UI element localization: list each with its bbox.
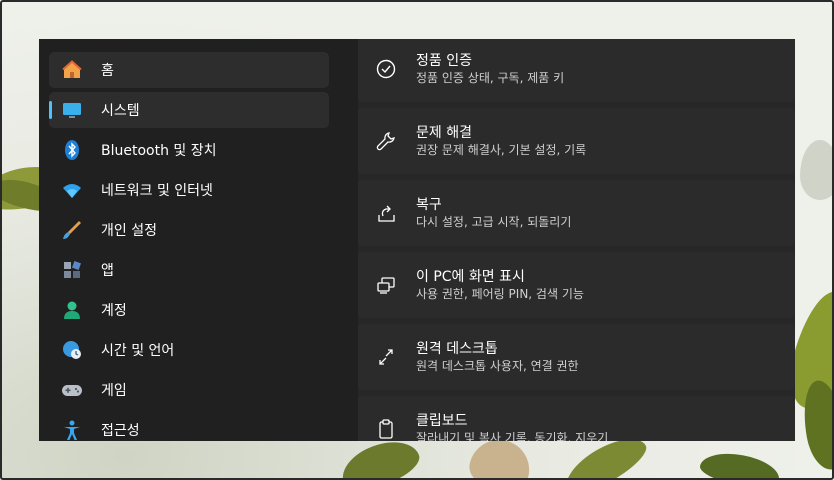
card-subtitle: 잘라내기 및 복사 기록, 동기화, 지우기 xyxy=(416,430,609,442)
card-subtitle: 원격 데스크톱 사용자, 연결 권한 xyxy=(416,358,579,373)
card-subtitle: 권장 문제 해결사, 기본 설정, 기록 xyxy=(416,142,587,157)
sidebar-item-personalization[interactable]: 개인 설정 xyxy=(49,212,329,248)
sidebar-item-network[interactable]: 네트워크 및 인터넷 xyxy=(49,172,329,208)
card-title: 문제 해결 xyxy=(416,124,472,141)
sidebar-item-label: 개인 설정 xyxy=(101,223,157,239)
card-subtitle: 다시 설정, 고급 시작, 되돌리기 xyxy=(416,214,572,229)
sidebar-item-label: 접근성 xyxy=(101,423,140,439)
monitor-icon xyxy=(61,99,83,121)
accessibility-icon xyxy=(61,419,83,441)
system-settings-list: 정품 인증 정품 인증 상태, 구독, 제품 키 문제 해결 권장 문제 해결사… xyxy=(358,39,795,441)
apps-icon xyxy=(61,259,83,281)
sidebar-item-label: 게임 xyxy=(101,383,127,399)
settings-window: 홈 시스템 Bluetooth 및 장치 네트워크 및 인터넷 개인 설정 앱 … xyxy=(39,39,795,441)
gamepad-icon xyxy=(61,379,83,401)
remote-desktop-icon xyxy=(374,345,398,369)
checkmark-circle-icon xyxy=(374,57,398,81)
sidebar-item-accessibility[interactable]: 접근성 xyxy=(49,412,329,441)
sidebar-item-apps[interactable]: 앱 xyxy=(49,252,329,288)
sidebar-item-gaming[interactable]: 게임 xyxy=(49,372,329,408)
brush-icon xyxy=(61,219,83,241)
wifi-icon xyxy=(61,179,83,201)
setting-card-recovery[interactable]: 복구 다시 설정, 고급 시작, 되돌리기 xyxy=(358,180,795,246)
bluetooth-icon xyxy=(61,139,83,161)
project-screen-icon xyxy=(374,273,398,297)
selection-indicator xyxy=(49,101,52,119)
card-subtitle: 사용 권한, 페어링 PIN, 검색 기능 xyxy=(416,286,584,301)
setting-card-troubleshoot[interactable]: 문제 해결 권장 문제 해결사, 기본 설정, 기록 xyxy=(358,108,795,174)
home-icon xyxy=(61,59,83,81)
sidebar-item-accounts[interactable]: 계정 xyxy=(49,292,329,328)
sidebar-item-home[interactable]: 홈 xyxy=(49,52,329,88)
sidebar-item-system[interactable]: 시스템 xyxy=(49,92,329,128)
sidebar-item-label: 앱 xyxy=(101,263,114,279)
card-title: 정품 인증 xyxy=(416,52,472,69)
card-title: 이 PC에 화면 표시 xyxy=(416,268,525,285)
setting-card-activation[interactable]: 정품 인증 정품 인증 상태, 구독, 제품 키 xyxy=(358,39,795,102)
sidebar-item-label: 홈 xyxy=(101,63,114,79)
globe-clock-icon xyxy=(61,339,83,361)
wrench-icon xyxy=(374,129,398,153)
sidebar-item-bluetooth[interactable]: Bluetooth 및 장치 xyxy=(49,132,329,168)
person-icon xyxy=(61,299,83,321)
card-title: 클립보드 xyxy=(416,412,468,429)
sidebar-item-time-language[interactable]: 시간 및 언어 xyxy=(49,332,329,368)
clipboard-icon xyxy=(374,417,398,441)
card-subtitle: 정품 인증 상태, 구독, 제품 키 xyxy=(416,70,565,85)
sidebar-item-label: 계정 xyxy=(101,303,127,319)
sidebar-nav: 홈 시스템 Bluetooth 및 장치 네트워크 및 인터넷 개인 설정 앱 … xyxy=(39,39,358,441)
sidebar-item-label: 시스템 xyxy=(101,103,140,119)
sidebar-item-label: Bluetooth 및 장치 xyxy=(101,143,217,159)
setting-card-clipboard[interactable]: 클립보드 잘라내기 및 복사 기록, 동기화, 지우기 xyxy=(358,396,795,441)
setting-card-project-to-pc[interactable]: 이 PC에 화면 표시 사용 권한, 페어링 PIN, 검색 기능 xyxy=(358,252,795,318)
card-title: 원격 데스크톱 xyxy=(416,340,498,357)
setting-card-remote-desktop[interactable]: 원격 데스크톱 원격 데스크톱 사용자, 연결 권한 xyxy=(358,324,795,390)
sidebar-item-label: 시간 및 언어 xyxy=(101,343,175,359)
recovery-icon xyxy=(374,201,398,225)
card-title: 복구 xyxy=(416,196,442,213)
sidebar-item-label: 네트워크 및 인터넷 xyxy=(101,183,213,199)
